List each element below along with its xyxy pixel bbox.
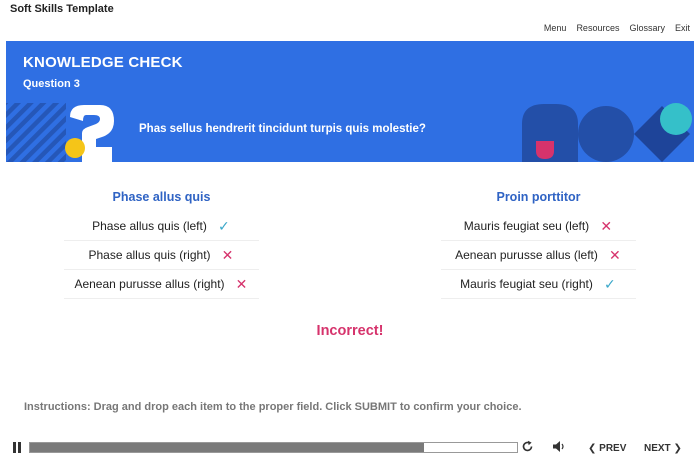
progress-bar[interactable] (29, 442, 518, 453)
volume-icon[interactable] (553, 441, 566, 455)
drag-item-label: Phase allus quis (left) (92, 219, 207, 233)
instructions-text: Instructions: Drag and drop each item to… (24, 401, 522, 413)
drag-item-label: Mauris feugiat seu (right) (460, 277, 593, 291)
drag-item[interactable]: Phase allus quis (left) ✓ (64, 212, 259, 241)
pause-icon[interactable] (12, 442, 24, 453)
drag-item[interactable]: Phase allus quis (right) ✕ (64, 241, 259, 270)
menu-link[interactable]: Menu (544, 23, 567, 33)
x-icon: ✕ (235, 275, 248, 292)
prev-button[interactable]: ❮ PREV (588, 443, 626, 454)
next-button[interactable]: NEXT ❯ (644, 443, 682, 454)
replay-icon[interactable] (521, 440, 534, 456)
app-title: Soft Skills Template (10, 3, 114, 15)
x-icon: ✕ (221, 246, 234, 263)
drop-zone-right[interactable]: Proin porttitor Mauris feugiat seu (left… (441, 190, 636, 299)
drop-zone-title: Proin porttitor (496, 190, 581, 204)
knowledge-check-banner: KNOWLEDGE CHECK Question 3 Phas sellus h… (6, 41, 694, 162)
banner-heading: KNOWLEDGE CHECK (23, 54, 183, 71)
check-icon: ✓ (217, 217, 230, 234)
resources-link[interactable]: Resources (576, 23, 619, 33)
feedback-message: Incorrect! (316, 323, 384, 339)
drag-item-label: Aenean purusse allus (right) (74, 277, 225, 291)
drag-item[interactable]: Aenean purusse allus (right) ✕ (64, 270, 259, 299)
drop-zone-left[interactable]: Phase allus quis Phase allus quis (left)… (64, 190, 259, 299)
drop-zone-title: Phase allus quis (112, 190, 211, 204)
drag-item[interactable]: Mauris feugiat seu (right) ✓ (441, 270, 636, 299)
drag-item[interactable]: Mauris feugiat seu (left) ✕ (441, 212, 636, 241)
drag-item-label: Phase allus quis (right) (88, 248, 211, 262)
glossary-link[interactable]: Glossary (629, 23, 665, 33)
x-icon: ✕ (600, 217, 613, 234)
banner-decoration-right (522, 103, 692, 162)
banner-decoration-left (6, 103, 114, 162)
question-text: Phas sellus hendrerit tincidunt turpis q… (139, 123, 426, 135)
x-icon: ✕ (609, 246, 621, 263)
question-number: Question 3 (23, 78, 80, 90)
exit-link[interactable]: Exit (675, 23, 690, 33)
progress-fill (30, 443, 425, 452)
player-controls: ❮ PREV NEXT ❯ (0, 437, 700, 459)
top-navigation: Menu Resources Glossary Exit (544, 23, 690, 33)
drag-item-label: Aenean purusse allus (left) (455, 248, 598, 262)
drag-item-label: Mauris feugiat seu (left) (463, 219, 590, 233)
drag-item[interactable]: Aenean purusse allus (left) ✕ (441, 241, 636, 270)
check-icon: ✓ (603, 275, 616, 292)
